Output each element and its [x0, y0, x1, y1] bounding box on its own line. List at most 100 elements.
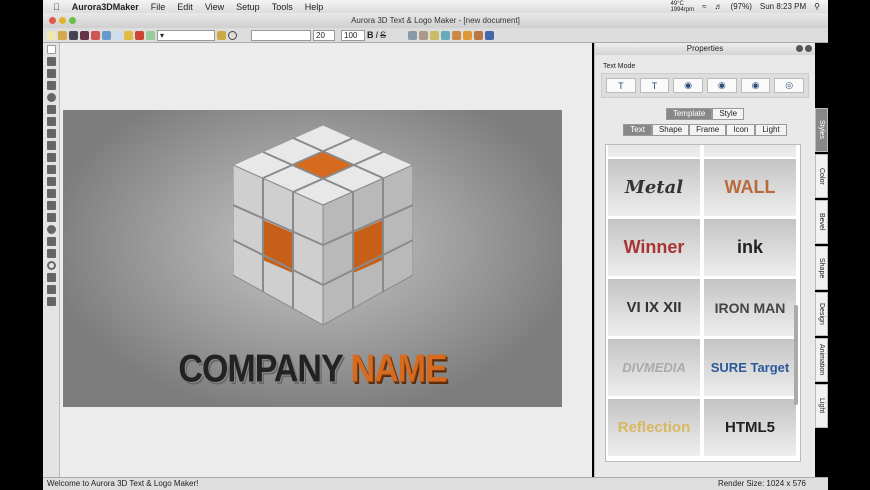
app-menu[interactable]: Aurora3DMaker — [72, 2, 139, 12]
company-name-text[interactable]: COMPANY NAME — [63, 347, 562, 392]
export-icon[interactable] — [485, 30, 495, 40]
pentagon-tool-icon[interactable] — [46, 117, 56, 126]
play-icon[interactable] — [228, 30, 237, 40]
close-button[interactable] — [49, 17, 56, 24]
subtab-frame[interactable]: Frame — [689, 124, 727, 136]
template-item[interactable]: WALL — [704, 159, 796, 216]
scale-input[interactable]: 100 — [341, 29, 365, 41]
spotlight-icon[interactable]: ⚲ — [814, 2, 820, 11]
menu-file[interactable]: File — [151, 2, 166, 12]
quarter-tool-icon[interactable] — [46, 129, 56, 138]
menu-setup[interactable]: Setup — [236, 2, 260, 12]
paste-icon[interactable] — [113, 30, 122, 40]
template-item[interactable]: Reflection — [608, 399, 700, 456]
align-icon[interactable] — [408, 30, 418, 40]
misc-tool-icon[interactable] — [46, 297, 56, 306]
template-item[interactable]: Winner — [608, 219, 700, 276]
image-tool-icon[interactable] — [46, 285, 56, 294]
text-effect-3-icon[interactable] — [474, 30, 484, 40]
tab-style[interactable]: Style — [712, 108, 745, 120]
copy-icon[interactable] — [102, 30, 111, 40]
menu-view[interactable]: View — [205, 2, 224, 12]
circle-tool-icon[interactable] — [46, 93, 56, 102]
font-select[interactable] — [251, 29, 311, 41]
battery-status[interactable]: (97%) — [731, 2, 752, 11]
side-tab-styles[interactable]: Styles — [815, 108, 828, 152]
cut-icon[interactable] — [91, 30, 100, 40]
wifi-icon[interactable]: ≈ — [702, 2, 706, 11]
subtab-shape[interactable]: Shape — [651, 124, 690, 136]
zoom-button[interactable] — [69, 17, 76, 24]
panel-settings-icon[interactable] — [796, 45, 803, 52]
text-mode-extrude-icon[interactable]: T — [639, 78, 670, 93]
italic-button[interactable]: I — [376, 30, 379, 40]
brush-icon[interactable] — [217, 30, 226, 40]
star-tool-icon[interactable] — [46, 105, 56, 114]
image-icon[interactable] — [124, 30, 133, 40]
point-tool-icon[interactable] — [46, 189, 56, 198]
style-select[interactable]: ▾ — [157, 29, 215, 41]
sphere-tool-icon[interactable] — [46, 225, 56, 234]
curve-tool-icon[interactable] — [46, 177, 56, 186]
check-icon[interactable] — [146, 30, 155, 40]
corner-tool-icon[interactable] — [46, 201, 56, 210]
subtab-icon[interactable]: Icon — [726, 124, 756, 136]
render-canvas[interactable]: COMPANY NAME — [63, 110, 562, 407]
text-mode-round-icon[interactable]: ◉ — [673, 78, 704, 93]
minimize-button[interactable] — [59, 17, 66, 24]
text-mode-flat-icon[interactable]: T — [606, 78, 636, 93]
rotate-icon[interactable] — [441, 30, 451, 40]
text-mode-disc-icon[interactable]: ◉ — [740, 78, 771, 93]
group-tool-icon[interactable] — [46, 273, 56, 282]
menu-tools[interactable]: Tools — [272, 2, 293, 12]
template-item[interactable]: IRON MAN — [704, 279, 796, 336]
cube-logo-graphic[interactable] — [233, 125, 413, 325]
side-tab-light[interactable]: Light — [815, 384, 828, 428]
delete-icon[interactable] — [135, 30, 144, 40]
text-tool-icon[interactable] — [46, 57, 56, 66]
menu-edit[interactable]: Edit — [177, 2, 193, 12]
text-effect-2-icon[interactable] — [463, 30, 473, 40]
select-tool-icon[interactable] — [46, 45, 56, 54]
rounded-rect-tool-icon[interactable] — [46, 81, 56, 90]
s-shape-tool-icon[interactable] — [46, 165, 56, 174]
ring-tool-icon[interactable] — [46, 261, 56, 270]
side-tab-design[interactable]: Design — [815, 292, 828, 336]
apple-icon[interactable]:  — [53, 2, 60, 12]
open-icon[interactable] — [58, 30, 67, 40]
template-item[interactable]: DIVMEDIA — [608, 339, 700, 396]
subtab-light[interactable]: Light — [755, 124, 787, 136]
text-mode-ring-icon[interactable]: ◎ — [774, 78, 805, 93]
side-tab-animation[interactable]: Animation — [815, 338, 828, 382]
template-item[interactable]: VI IX XII — [608, 279, 700, 336]
clock[interactable]: Sun 8:23 PM — [760, 2, 806, 11]
tab-template[interactable]: Template — [665, 108, 713, 120]
text-effect-icon[interactable] — [452, 30, 462, 40]
new-icon[interactable] — [47, 30, 56, 40]
save-as-icon[interactable] — [80, 30, 89, 40]
template-item[interactable]: Metal — [608, 159, 700, 216]
text-mode-sphere-icon[interactable]: ◉ — [707, 78, 737, 93]
light-icon[interactable] — [430, 30, 440, 40]
side-tab-bevel[interactable]: Bevel — [815, 200, 828, 244]
side-tab-shape[interactable]: Shape — [815, 246, 828, 290]
subtab-text[interactable]: Text — [623, 124, 652, 136]
cylinder-tool-icon[interactable] — [46, 249, 56, 258]
menu-help[interactable]: Help — [305, 2, 324, 12]
box-tool-icon[interactable] — [46, 213, 56, 222]
volume-icon[interactable]: ♬ — [715, 2, 723, 11]
gallery-scrollbar[interactable] — [794, 305, 798, 405]
template-item[interactable]: ink — [704, 219, 796, 276]
font-size-input[interactable]: 20 — [313, 29, 335, 41]
book-tool-icon[interactable] — [46, 153, 56, 162]
rectangle-tool-icon[interactable] — [46, 69, 56, 78]
edit-icon[interactable] — [419, 30, 429, 40]
line-tool-icon[interactable] — [46, 141, 56, 150]
side-tab-color[interactable]: Color — [815, 154, 828, 198]
strike-button[interactable]: S — [380, 30, 386, 40]
bold-button[interactable]: B — [367, 30, 374, 40]
save-icon[interactable] — [69, 30, 78, 40]
canvas-area[interactable]: COMPANY NAME — [60, 43, 592, 477]
panel-close-icon[interactable] — [805, 45, 812, 52]
template-item[interactable]: HTML5 — [704, 399, 796, 456]
